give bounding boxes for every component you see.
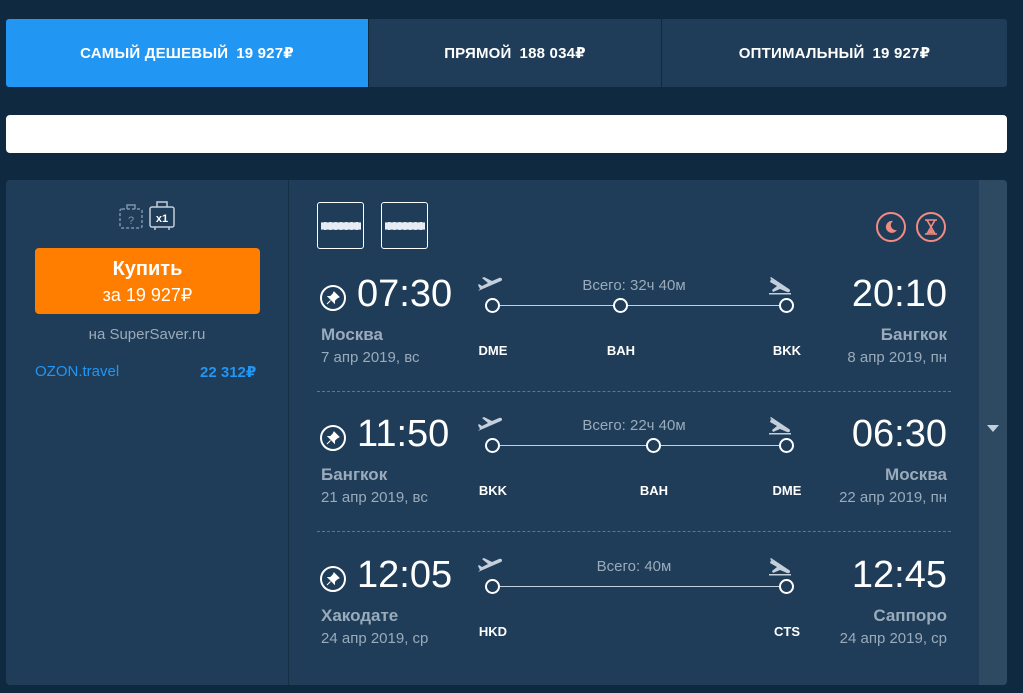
sort-tabs: САМЫЙ ДЕШЕВЫЙ 19 927₽ ПРЯМОЙ 188 034₽ ОП…: [6, 19, 1007, 87]
pin-icon[interactable]: [320, 285, 346, 311]
departure-date: 7 апр 2019, вс: [321, 349, 420, 366]
alt-agency-price[interactable]: 22 312₽: [200, 363, 256, 381]
stop-dot: [613, 298, 628, 313]
route-line: [494, 445, 779, 446]
departure-city: Бангкок: [321, 465, 388, 484]
airport-code: BAH: [606, 343, 636, 358]
flight-segment-3: 12:05 Хакодате 24 апр 2019, ср Всего: 40…: [289, 554, 977, 685]
stop-dot: [779, 438, 794, 453]
stop-dot: [485, 298, 500, 313]
departure-date: 21 апр 2019, вс: [321, 489, 428, 506]
tab-optimal-label: ОПТИМАЛЬНЫЙ: [738, 44, 865, 62]
chevron-down-icon: [987, 425, 999, 432]
ticket-card: ? x1 Купить за 19 927₽ на SuperSaver.ru …: [6, 180, 1007, 685]
arrival-city: Бангкок: [880, 325, 947, 344]
buy-price: за 19 927₽: [102, 285, 193, 305]
total-duration: Всего: 32ч 40м: [582, 277, 686, 294]
flight-segment-2: 11:50 Бангкок 21 апр 2019, вс Всего: 22ч…: [289, 413, 977, 555]
hourglass-icon[interactable]: [916, 212, 946, 242]
tab-optimal[interactable]: ОПТИМАЛЬНЫЙ 19 927₽: [662, 19, 1007, 87]
landing-icon: [769, 277, 791, 295]
tab-optimal-price: 19 927₽: [872, 45, 931, 62]
landing-icon: [769, 558, 791, 576]
route-line: [494, 305, 779, 306]
itinerary-panel: 07:30 Москва 7 апр 2019, вс Всего: 32ч 4…: [289, 180, 977, 685]
arrival-date: 24 апр 2019, ср: [839, 630, 947, 647]
seller-name: на SuperSaver.ru: [88, 326, 206, 343]
departure-time: 07:30: [357, 273, 453, 315]
segment-divider: [317, 531, 951, 532]
pin-icon[interactable]: [320, 425, 346, 451]
offer-panel: ? x1 Купить за 19 927₽ на SuperSaver.ru …: [6, 180, 289, 685]
tab-cheapest-price: 19 927₽: [236, 45, 294, 62]
baggage-unknown-mark: ?: [128, 215, 134, 227]
tab-direct-label: ПРЯМОЙ: [444, 44, 512, 62]
arrival-city: Саппоро: [873, 606, 947, 625]
airline-logo: [381, 202, 428, 249]
arrival-time: 12:45: [851, 554, 947, 596]
airport-code: DME: [478, 343, 508, 358]
departure-time: 11:50: [357, 413, 450, 455]
departure-time: 12:05: [357, 554, 453, 596]
landing-icon: [769, 417, 791, 435]
buy-button[interactable]: Купить за 19 927₽: [35, 248, 260, 314]
stop-dot: [485, 438, 500, 453]
buy-label: Купить: [112, 258, 183, 280]
stop-dot: [646, 438, 661, 453]
airport-code: HKD: [478, 624, 508, 639]
arrival-date: 22 апр 2019, пн: [839, 489, 947, 506]
total-duration: Всего: 22ч 40м: [582, 417, 686, 434]
stop-dot: [779, 579, 794, 594]
arrival-time: 06:30: [851, 413, 947, 455]
flight-segment-1: 07:30 Москва 7 апр 2019, вс Всего: 32ч 4…: [289, 273, 977, 415]
stop-dot: [485, 579, 500, 594]
airport-code: BKK: [772, 343, 802, 358]
airport-code: BKK: [478, 483, 508, 498]
airport-code: DME: [772, 483, 802, 498]
baggage-icon: ? x1: [119, 201, 175, 230]
tab-direct[interactable]: ПРЯМОЙ 188 034₽: [369, 19, 662, 87]
airline-logo: [317, 202, 364, 249]
airport-code: CTS: [774, 624, 800, 639]
tab-direct-price: 188 034₽: [519, 45, 586, 62]
tab-cheapest-label: САМЫЙ ДЕШЕВЫЙ: [80, 44, 229, 62]
arrival-time: 20:10: [851, 273, 947, 315]
route-line: [494, 586, 779, 587]
alt-agency-link[interactable]: OZON.travel: [35, 363, 119, 380]
tab-cheapest[interactable]: САМЫЙ ДЕШЕВЫЙ 19 927₽: [6, 19, 369, 87]
filter-bar[interactable]: [6, 115, 1007, 153]
baggage-count: x1: [156, 213, 168, 225]
night-flight-icon[interactable]: [876, 212, 906, 242]
segment-divider: [317, 391, 951, 392]
departure-city: Хакодате: [321, 606, 399, 625]
arrival-date: 8 апр 2019, пн: [847, 349, 947, 366]
arrival-city: Москва: [885, 465, 947, 484]
airport-code: BAH: [639, 483, 669, 498]
stop-dot: [779, 298, 794, 313]
departure-city: Москва: [321, 325, 383, 344]
expand-toggle[interactable]: [979, 180, 1007, 685]
departure-date: 24 апр 2019, ср: [321, 630, 429, 647]
total-duration: Всего: 40м: [596, 558, 672, 575]
pin-icon[interactable]: [320, 566, 346, 592]
